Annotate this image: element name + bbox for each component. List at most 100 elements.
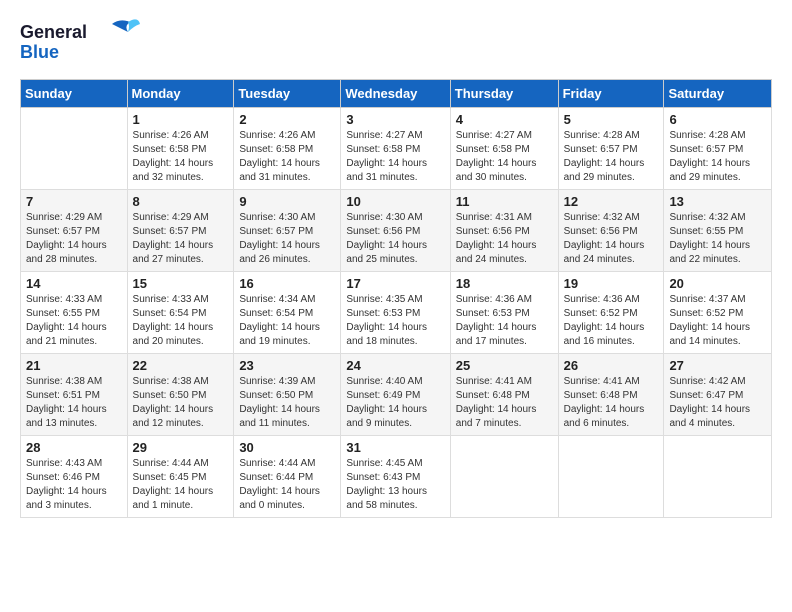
cell-info: Sunrise: 4:40 AM Sunset: 6:49 PM Dayligh… xyxy=(346,375,444,431)
calendar-cell xyxy=(558,436,664,518)
calendar-cell: 17 Sunrise: 4:35 AM Sunset: 6:53 PM Dayli… xyxy=(341,272,450,354)
cell-info: Sunrise: 4:28 AM Sunset: 6:57 PM Dayligh… xyxy=(669,129,766,185)
day-number: 3 xyxy=(346,112,444,127)
calendar-cell: 15 Sunrise: 4:33 AM Sunset: 6:54 PM Dayli… xyxy=(127,272,234,354)
day-number: 15 xyxy=(133,276,229,291)
cell-info: Sunrise: 4:42 AM Sunset: 6:47 PM Dayligh… xyxy=(669,375,766,431)
day-number: 9 xyxy=(239,194,335,209)
calendar-cell: 2Sunrise: 4:26 AM Sunset: 6:58 PM Daylig… xyxy=(234,108,341,190)
day-number: 7 xyxy=(26,194,122,209)
svg-text:Blue: Blue xyxy=(20,42,59,62)
day-number: 4 xyxy=(456,112,553,127)
cell-info: Sunrise: 4:35 AM Sunset: 6:53 PM Dayligh… xyxy=(346,293,444,349)
cell-info: Sunrise: 4:29 AM Sunset: 6:57 PM Dayligh… xyxy=(133,211,229,267)
day-number: 19 xyxy=(564,276,659,291)
cell-info: Sunrise: 4:30 AM Sunset: 6:56 PM Dayligh… xyxy=(346,211,444,267)
calendar-cell: 20 Sunrise: 4:37 AM Sunset: 6:52 PM Dayli… xyxy=(664,272,772,354)
calendar-cell: 8 Sunrise: 4:29 AM Sunset: 6:57 PM Daylig… xyxy=(127,190,234,272)
day-number: 2 xyxy=(239,112,335,127)
cell-info: Sunrise: 4:36 AM Sunset: 6:53 PM Dayligh… xyxy=(456,293,553,349)
calendar-cell: 11 Sunrise: 4:31 AM Sunset: 6:56 PM Dayli… xyxy=(450,190,558,272)
calendar-cell: 18 Sunrise: 4:36 AM Sunset: 6:53 PM Dayli… xyxy=(450,272,558,354)
calendar-cell: 26 Sunrise: 4:41 AM Sunset: 6:48 PM Dayli… xyxy=(558,354,664,436)
calendar-cell: 14Sunrise: 4:33 AM Sunset: 6:55 PM Dayli… xyxy=(21,272,128,354)
calendar-table: SundayMondayTuesdayWednesdayThursdayFrid… xyxy=(20,79,772,518)
cell-info: Sunrise: 4:38 AM Sunset: 6:50 PM Dayligh… xyxy=(133,375,229,431)
day-number: 25 xyxy=(456,358,553,373)
cell-info: Sunrise: 4:36 AM Sunset: 6:52 PM Dayligh… xyxy=(564,293,659,349)
calendar-cell: 24 Sunrise: 4:40 AM Sunset: 6:49 PM Dayli… xyxy=(341,354,450,436)
calendar-cell: 22 Sunrise: 4:38 AM Sunset: 6:50 PM Dayli… xyxy=(127,354,234,436)
cell-info: Sunrise: 4:30 AM Sunset: 6:57 PM Dayligh… xyxy=(239,211,335,267)
calendar-cell: 28 Sunrise: 4:43 AM Sunset: 6:46 PM Dayli… xyxy=(21,436,128,518)
page-container: General Blue SundayMondayTuesdayWednesda… xyxy=(0,0,792,538)
cell-info: Sunrise: 4:41 AM Sunset: 6:48 PM Dayligh… xyxy=(564,375,659,431)
cell-info: Sunrise: 4:33 AM Sunset: 6:55 PM Dayligh… xyxy=(26,293,122,349)
svg-text:General: General xyxy=(20,22,87,42)
calendar-cell: 9 Sunrise: 4:30 AM Sunset: 6:57 PM Daylig… xyxy=(234,190,341,272)
day-number: 22 xyxy=(133,358,229,373)
cell-info: Sunrise: 4:31 AM Sunset: 6:56 PM Dayligh… xyxy=(456,211,553,267)
calendar-cell: 23 Sunrise: 4:39 AM Sunset: 6:50 PM Dayli… xyxy=(234,354,341,436)
calendar-cell: 5 Sunrise: 4:28 AM Sunset: 6:57 PM Daylig… xyxy=(558,108,664,190)
calendar-cell: 4 Sunrise: 4:27 AM Sunset: 6:58 PM Daylig… xyxy=(450,108,558,190)
day-number: 8 xyxy=(133,194,229,209)
day-number: 31 xyxy=(346,440,444,455)
logo: General Blue xyxy=(20,16,140,69)
day-number: 11 xyxy=(456,194,553,209)
cell-info: Sunrise: 4:43 AM Sunset: 6:46 PM Dayligh… xyxy=(26,457,122,513)
day-number: 29 xyxy=(133,440,229,455)
day-number: 28 xyxy=(26,440,122,455)
cell-info: Sunrise: 4:29 AM Sunset: 6:57 PM Dayligh… xyxy=(26,211,122,267)
calendar-week-5: 28 Sunrise: 4:43 AM Sunset: 6:46 PM Dayli… xyxy=(21,436,772,518)
cell-info: Sunrise: 4:33 AM Sunset: 6:54 PM Dayligh… xyxy=(133,293,229,349)
calendar-cell: 10Sunrise: 4:30 AM Sunset: 6:56 PM Dayli… xyxy=(341,190,450,272)
calendar-cell: 30Sunrise: 4:44 AM Sunset: 6:44 PM Dayli… xyxy=(234,436,341,518)
logo-text: General Blue xyxy=(20,16,140,69)
day-number: 17 xyxy=(346,276,444,291)
calendar-cell: 27 Sunrise: 4:42 AM Sunset: 6:47 PM Dayli… xyxy=(664,354,772,436)
day-number: 24 xyxy=(346,358,444,373)
day-header-thursday: Thursday xyxy=(450,80,558,108)
day-number: 5 xyxy=(564,112,659,127)
cell-info: Sunrise: 4:39 AM Sunset: 6:50 PM Dayligh… xyxy=(239,375,335,431)
calendar-cell: 12Sunrise: 4:32 AM Sunset: 6:56 PM Dayli… xyxy=(558,190,664,272)
cell-info: Sunrise: 4:44 AM Sunset: 6:44 PM Dayligh… xyxy=(239,457,335,513)
day-number: 23 xyxy=(239,358,335,373)
calendar-cell: 19 Sunrise: 4:36 AM Sunset: 6:52 PM Dayli… xyxy=(558,272,664,354)
calendar-week-2: 7 Sunrise: 4:29 AM Sunset: 6:57 PM Daylig… xyxy=(21,190,772,272)
day-header-sunday: Sunday xyxy=(21,80,128,108)
calendar-cell: 13Sunrise: 4:32 AM Sunset: 6:55 PM Dayli… xyxy=(664,190,772,272)
calendar-week-4: 21 Sunrise: 4:38 AM Sunset: 6:51 PM Dayli… xyxy=(21,354,772,436)
cell-info: Sunrise: 4:27 AM Sunset: 6:58 PM Dayligh… xyxy=(346,129,444,185)
cell-info: Sunrise: 4:27 AM Sunset: 6:58 PM Dayligh… xyxy=(456,129,553,185)
day-number: 6 xyxy=(669,112,766,127)
day-header-tuesday: Tuesday xyxy=(234,80,341,108)
calendar-cell: 7 Sunrise: 4:29 AM Sunset: 6:57 PM Daylig… xyxy=(21,190,128,272)
calendar-cell: 21 Sunrise: 4:38 AM Sunset: 6:51 PM Dayli… xyxy=(21,354,128,436)
calendar-cell xyxy=(450,436,558,518)
day-number: 21 xyxy=(26,358,122,373)
cell-info: Sunrise: 4:45 AM Sunset: 6:43 PM Dayligh… xyxy=(346,457,444,513)
calendar-cell: 29Sunrise: 4:44 AM Sunset: 6:45 PM Dayli… xyxy=(127,436,234,518)
cell-info: Sunrise: 4:26 AM Sunset: 6:58 PM Dayligh… xyxy=(133,129,229,185)
calendar-week-3: 14Sunrise: 4:33 AM Sunset: 6:55 PM Dayli… xyxy=(21,272,772,354)
calendar-cell xyxy=(664,436,772,518)
calendar-cell: 1Sunrise: 4:26 AM Sunset: 6:58 PM Daylig… xyxy=(127,108,234,190)
day-header-monday: Monday xyxy=(127,80,234,108)
day-number: 26 xyxy=(564,358,659,373)
calendar-cell: 3 Sunrise: 4:27 AM Sunset: 6:58 PM Daylig… xyxy=(341,108,450,190)
cell-info: Sunrise: 4:28 AM Sunset: 6:57 PM Dayligh… xyxy=(564,129,659,185)
calendar-cell: 16Sunrise: 4:34 AM Sunset: 6:54 PM Dayli… xyxy=(234,272,341,354)
calendar-cell: 31 Sunrise: 4:45 AM Sunset: 6:43 PM Dayli… xyxy=(341,436,450,518)
cell-info: Sunrise: 4:41 AM Sunset: 6:48 PM Dayligh… xyxy=(456,375,553,431)
calendar-cell xyxy=(21,108,128,190)
calendar-cell: 25 Sunrise: 4:41 AM Sunset: 6:48 PM Dayli… xyxy=(450,354,558,436)
day-number: 27 xyxy=(669,358,766,373)
calendar-cell: 6 Sunrise: 4:28 AM Sunset: 6:57 PM Daylig… xyxy=(664,108,772,190)
calendar-week-1: 1Sunrise: 4:26 AM Sunset: 6:58 PM Daylig… xyxy=(21,108,772,190)
cell-info: Sunrise: 4:37 AM Sunset: 6:52 PM Dayligh… xyxy=(669,293,766,349)
cell-info: Sunrise: 4:38 AM Sunset: 6:51 PM Dayligh… xyxy=(26,375,122,431)
day-number: 18 xyxy=(456,276,553,291)
day-number: 20 xyxy=(669,276,766,291)
